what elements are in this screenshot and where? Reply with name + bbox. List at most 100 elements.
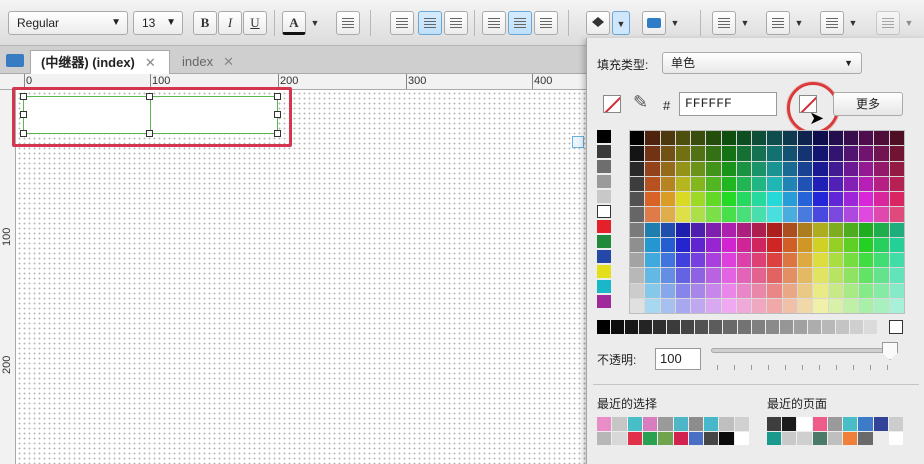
font-color-button[interactable]: A	[282, 11, 306, 35]
color-swatch[interactable]	[798, 237, 813, 252]
more-colors-button[interactable]: 更多	[833, 92, 903, 116]
color-swatch[interactable]	[706, 207, 721, 222]
arrow-style-dropdown[interactable]: ▼	[902, 11, 916, 35]
color-swatch[interactable]	[736, 161, 752, 176]
color-swatch[interactable]	[843, 131, 859, 146]
color-swatch[interactable]	[736, 222, 752, 237]
line-style-button[interactable]	[820, 11, 844, 35]
align-right-button[interactable]	[444, 11, 468, 35]
color-swatch[interactable]	[889, 298, 904, 313]
color-swatch[interactable]	[597, 145, 611, 158]
color-swatch[interactable]	[645, 176, 660, 191]
color-swatch[interactable]	[889, 222, 904, 237]
color-swatch[interactable]	[889, 192, 904, 207]
color-swatch[interactable]	[874, 192, 889, 207]
color-swatch[interactable]	[721, 176, 736, 191]
color-swatch[interactable]	[828, 176, 843, 191]
color-swatch[interactable]	[859, 268, 874, 283]
color-swatch[interactable]	[645, 192, 660, 207]
color-swatch[interactable]	[625, 320, 639, 334]
color-swatch[interactable]	[849, 320, 863, 334]
color-swatch[interactable]	[645, 207, 660, 222]
opacity-slider-thumb[interactable]	[882, 342, 898, 360]
resize-handle[interactable]	[20, 111, 27, 118]
color-swatch[interactable]	[691, 192, 706, 207]
color-swatch[interactable]	[691, 283, 706, 298]
color-swatch[interactable]	[630, 176, 645, 191]
color-swatch[interactable]	[645, 283, 660, 298]
color-swatch[interactable]	[675, 207, 691, 222]
color-swatch[interactable]	[828, 283, 843, 298]
color-swatch[interactable]	[873, 417, 888, 431]
color-swatch[interactable]	[721, 268, 736, 283]
color-swatch[interactable]	[812, 417, 827, 431]
color-swatch[interactable]	[681, 320, 695, 334]
color-swatch[interactable]	[630, 146, 645, 161]
color-swatch[interactable]	[752, 222, 767, 237]
color-swatch[interactable]	[843, 253, 859, 268]
color-swatch[interactable]	[627, 431, 642, 445]
color-swatch[interactable]	[779, 320, 793, 334]
color-swatch[interactable]	[767, 176, 782, 191]
color-swatch[interactable]	[813, 207, 828, 222]
color-swatch[interactable]	[630, 283, 645, 298]
color-swatch[interactable]	[752, 298, 767, 313]
color-swatch[interactable]	[843, 192, 859, 207]
color-swatch[interactable]	[675, 222, 691, 237]
color-swatch[interactable]	[813, 192, 828, 207]
align-top-button[interactable]	[482, 11, 506, 35]
color-swatch[interactable]	[874, 176, 889, 191]
color-swatch[interactable]	[752, 131, 767, 146]
color-swatch[interactable]	[691, 131, 706, 146]
color-swatch[interactable]	[782, 222, 798, 237]
fill-color-button[interactable]	[586, 11, 610, 35]
color-swatch[interactable]	[688, 417, 704, 431]
color-swatch[interactable]	[782, 192, 798, 207]
color-swatch[interactable]	[782, 207, 798, 222]
color-swatch[interactable]	[630, 253, 645, 268]
color-swatch[interactable]	[706, 176, 721, 191]
color-swatch[interactable]	[736, 131, 752, 146]
color-swatch[interactable]	[645, 237, 660, 252]
color-swatch[interactable]	[612, 431, 627, 445]
color-swatch[interactable]	[706, 268, 721, 283]
color-swatch[interactable]	[706, 192, 721, 207]
fill-color-dropdown[interactable]: ▼	[612, 11, 630, 35]
color-swatch[interactable]	[767, 161, 782, 176]
underline-button[interactable]: U	[243, 11, 267, 35]
color-swatch[interactable]	[858, 431, 873, 445]
color-swatch[interactable]	[798, 298, 813, 313]
color-swatch[interactable]	[874, 268, 889, 283]
color-swatch[interactable]	[706, 283, 721, 298]
color-swatch[interactable]	[889, 161, 904, 176]
color-swatch[interactable]	[630, 268, 645, 283]
color-swatch[interactable]	[675, 161, 691, 176]
color-swatch[interactable]	[688, 431, 704, 445]
color-swatch[interactable]	[813, 146, 828, 161]
color-swatch[interactable]	[736, 283, 752, 298]
color-swatch[interactable]	[630, 161, 645, 176]
color-swatch[interactable]	[721, 146, 736, 161]
color-swatch[interactable]	[597, 235, 611, 248]
color-swatch[interactable]	[827, 417, 843, 431]
color-swatch[interactable]	[675, 176, 691, 191]
color-swatch[interactable]	[782, 268, 798, 283]
color-swatch[interactable]	[782, 253, 798, 268]
color-swatch[interactable]	[813, 253, 828, 268]
color-swatch[interactable]	[645, 146, 660, 161]
color-swatch[interactable]	[859, 176, 874, 191]
line-width-button[interactable]	[766, 11, 790, 35]
color-swatch[interactable]	[793, 320, 807, 334]
color-swatch[interactable]	[752, 207, 767, 222]
color-swatch[interactable]	[843, 283, 859, 298]
color-swatch[interactable]	[889, 131, 904, 146]
color-swatch[interactable]	[630, 222, 645, 237]
color-swatch[interactable]	[660, 192, 675, 207]
color-swatch[interactable]	[597, 417, 612, 431]
color-swatch[interactable]	[874, 131, 889, 146]
color-swatch[interactable]	[767, 192, 782, 207]
color-swatch[interactable]	[859, 237, 874, 252]
color-swatch[interactable]	[691, 298, 706, 313]
color-swatch[interactable]	[782, 298, 798, 313]
color-swatch[interactable]	[645, 131, 660, 146]
